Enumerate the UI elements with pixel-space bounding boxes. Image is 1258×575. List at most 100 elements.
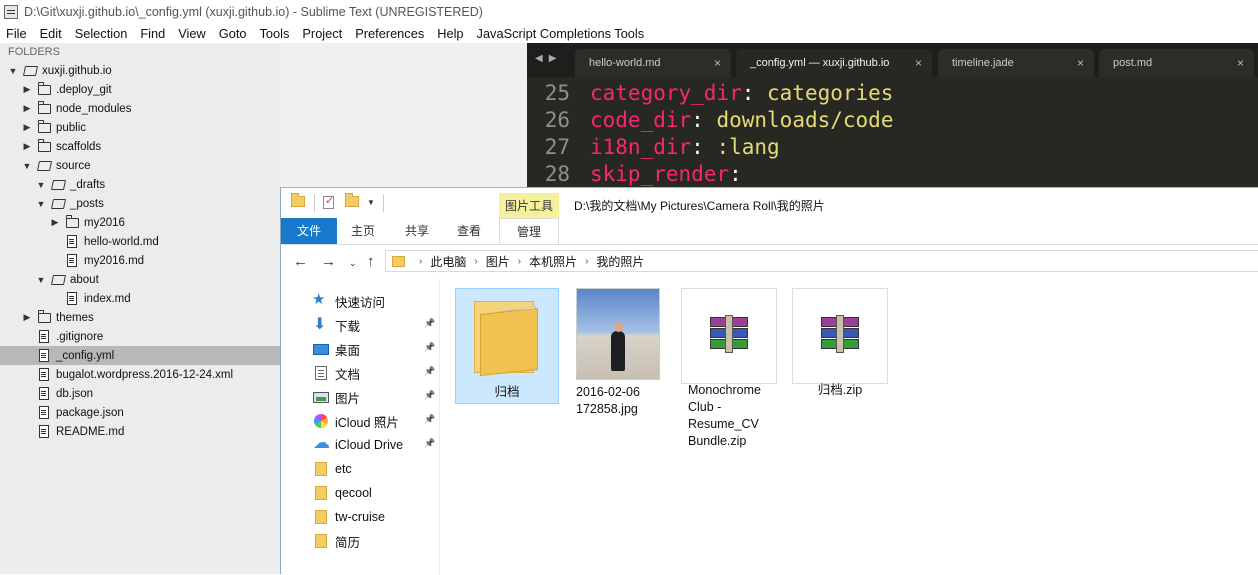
tree-item[interactable]: ▼ source	[0, 156, 280, 175]
disclosure-right-icon[interactable]: ▶	[50, 213, 60, 232]
file-item[interactable]: 归档	[455, 288, 559, 458]
file-item[interactable]: 归档.zip	[792, 288, 896, 458]
editor-tab[interactable]: timeline.jade ×	[938, 49, 1094, 77]
tab-label: timeline.jade	[952, 57, 1014, 69]
tree-item[interactable]: hello-world.md	[0, 232, 280, 251]
forward-arrow-icon[interactable]: →	[321, 253, 336, 270]
tree-item[interactable]: ▶ public	[0, 118, 280, 137]
disclosure-down-icon[interactable]: ▼	[36, 175, 46, 194]
tree-item[interactable]: bugalot.wordpress.2016-12-24.xml	[0, 365, 280, 384]
tree-item[interactable]: ▶ themes	[0, 308, 280, 327]
pin-icon[interactable]: 📌	[424, 366, 435, 377]
tree-item[interactable]: README.md	[0, 422, 280, 441]
menu-find[interactable]: Find	[133, 26, 171, 41]
file-item[interactable]: 2016-02-06 172858.jpg	[576, 288, 680, 458]
nav-item[interactable]: 图片	[313, 386, 360, 408]
disclosure-right-icon[interactable]: ▶	[22, 118, 32, 137]
breadcrumb-local-photos[interactable]: 本机照片	[529, 253, 577, 270]
menu-goto[interactable]: Goto	[212, 26, 253, 41]
disclosure-down-icon[interactable]: ▼	[36, 270, 46, 289]
tab-share[interactable]: 共享	[397, 218, 437, 244]
close-tab-icon[interactable]: ×	[714, 56, 721, 70]
menu-preferences[interactable]: Preferences	[348, 26, 430, 41]
disclosure-down-icon[interactable]: ▼	[22, 156, 32, 175]
recent-locations-chevron-icon[interactable]: ⌄	[349, 258, 357, 269]
tree-item-label: node_modules	[56, 102, 132, 115]
nav-item[interactable]: etc	[313, 458, 352, 480]
new-folder-icon[interactable]	[345, 193, 359, 207]
menu-help[interactable]: Help	[430, 26, 469, 41]
tree-item[interactable]: _config.yml	[0, 346, 280, 365]
disclosure-right-icon[interactable]: ▶	[22, 80, 32, 99]
tab-home[interactable]: 主页	[343, 218, 383, 244]
tree-item[interactable]: ▶ scaffolds	[0, 137, 280, 156]
tree-item[interactable]: db.json	[0, 384, 280, 403]
tab-file[interactable]: 文件	[281, 218, 337, 244]
yaml-value: categories	[754, 80, 894, 105]
breadcrumb-pictures[interactable]: 图片	[486, 253, 510, 270]
tree-item-label: db.json	[56, 387, 94, 400]
back-arrow-icon[interactable]: ←	[293, 253, 308, 270]
nav-item[interactable]: 简历	[313, 530, 360, 552]
menu-project[interactable]: Project	[295, 26, 348, 41]
tree-item[interactable]: ▶ .deploy_git	[0, 80, 280, 99]
pin-icon[interactable]: 📌	[424, 390, 435, 401]
tree-item[interactable]: .gitignore	[0, 327, 280, 346]
tree-item[interactable]: index.md	[0, 289, 280, 308]
chevron-right-icon[interactable]: ›	[474, 256, 477, 267]
disclosure-right-icon[interactable]: ▶	[22, 137, 32, 156]
tree-item[interactable]: my2016.md	[0, 251, 280, 270]
customize-dropdown-icon[interactable]: ▼	[367, 198, 375, 207]
breadcrumb-this-pc[interactable]: 此电脑	[430, 253, 466, 270]
menu-view[interactable]: View	[171, 26, 212, 41]
tab-scroll-arrows-icon[interactable]: ◀▶	[535, 53, 562, 64]
menu-file[interactable]: File	[0, 26, 33, 41]
nav-item[interactable]: tw-cruise	[313, 506, 385, 528]
nav-item[interactable]: 文档	[313, 362, 360, 384]
pin-icon[interactable]: 📌	[424, 438, 435, 449]
disclosure-right-icon[interactable]: ▶	[22, 99, 32, 118]
tree-item[interactable]: ▶ node_modules	[0, 99, 280, 118]
disclosure-down-icon[interactable]: ▼	[8, 61, 18, 80]
navigation-pane: 快速访问下载 📌 桌面 📌 文档 📌 图片 📌 iCloud 照片 📌 iCloud Drive 📌 e…	[281, 279, 440, 575]
chevron-right-icon[interactable]: ›	[585, 256, 588, 267]
menu-javascript-completions-tools[interactable]: JavaScript Completions Tools	[470, 26, 651, 41]
code-area[interactable]: 25 category_dir: categories 26 code_dir: do…	[527, 79, 1258, 187]
tree-item[interactable]: ▶ my2016	[0, 213, 280, 232]
tree-item[interactable]: ▼ about	[0, 270, 280, 289]
disclosure-right-icon[interactable]: ▶	[22, 308, 32, 327]
chevron-right-icon[interactable]: ›	[518, 256, 521, 267]
close-tab-icon[interactable]: ×	[1077, 56, 1084, 70]
file-item[interactable]: Monochrome Club - Resume_CV Bundle.zip	[681, 288, 785, 458]
nav-item[interactable]: qecool	[313, 482, 372, 504]
folder-icon[interactable]	[291, 193, 305, 207]
nav-item[interactable]: 桌面	[313, 338, 360, 360]
nav-item[interactable]: 下载	[313, 314, 360, 336]
chevron-right-icon[interactable]: ›	[419, 256, 422, 267]
tab-manage[interactable]: 管理	[499, 218, 559, 244]
breadcrumb-my-photos[interactable]: 我的照片	[596, 253, 644, 270]
disclosure-down-icon[interactable]: ▼	[36, 194, 46, 213]
close-tab-icon[interactable]: ×	[915, 56, 922, 70]
editor-tab[interactable]: hello-world.md ×	[575, 49, 731, 77]
editor-tab[interactable]: post.md ×	[1099, 49, 1254, 77]
menu-edit[interactable]: Edit	[33, 26, 68, 41]
close-tab-icon[interactable]: ×	[1237, 56, 1244, 70]
up-arrow-icon[interactable]: ↑	[367, 253, 375, 270]
menu-selection[interactable]: Selection	[68, 26, 134, 41]
nav-item[interactable]: 快速访问	[312, 290, 385, 312]
pin-icon[interactable]: 📌	[424, 414, 435, 425]
editor-tab[interactable]: _config.yml — xuxji.github.io ×	[736, 49, 932, 77]
nav-item[interactable]: iCloud Drive	[313, 433, 403, 456]
tree-item[interactable]: package.json	[0, 403, 280, 422]
pin-icon[interactable]: 📌	[424, 318, 435, 329]
nav-item[interactable]: iCloud 照片	[313, 410, 399, 432]
tree-item[interactable]: ▼ xuxji.github.io	[0, 61, 280, 80]
tree-item[interactable]: ▼ _posts	[0, 194, 280, 213]
menu-tools[interactable]: Tools	[253, 26, 296, 41]
pin-icon[interactable]: 📌	[424, 342, 435, 353]
properties-icon[interactable]	[323, 194, 334, 209]
tab-view[interactable]: 查看	[449, 218, 489, 244]
address-bar[interactable]: › 此电脑 › 图片 › 本机照片 › 我的照片	[385, 250, 1258, 272]
tree-item[interactable]: ▼ _drafts	[0, 175, 280, 194]
